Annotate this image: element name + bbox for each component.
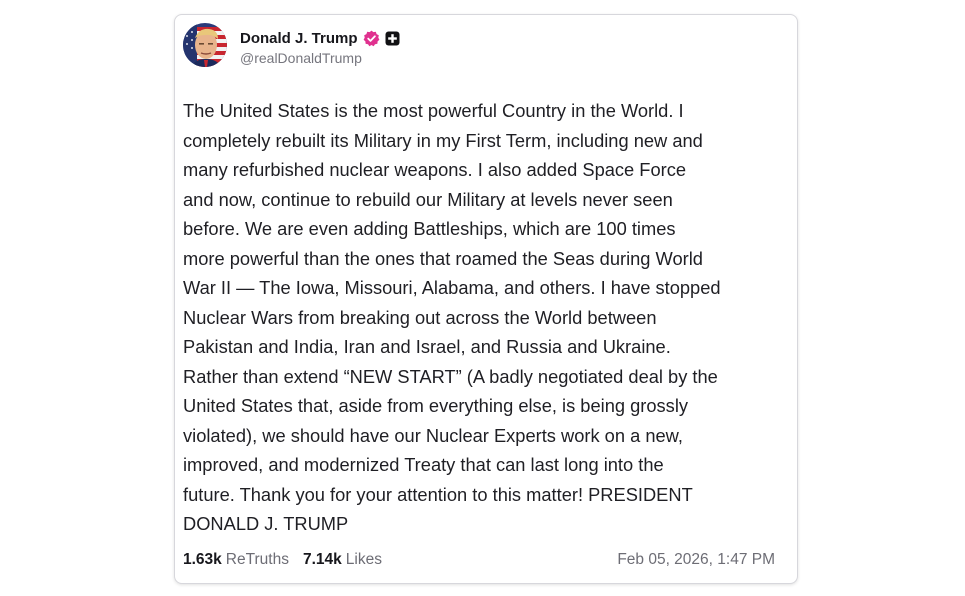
post-text-line: The United States is the most powerful C… bbox=[183, 100, 684, 121]
post-text-line: Rather than extend “NEW START” (A badly … bbox=[183, 365, 718, 387]
retruths-stat[interactable]: 1.63k ReTruths bbox=[183, 551, 289, 569]
post-text-line: United States that, aside from everythin… bbox=[183, 395, 689, 416]
post-timestamp[interactable]: Feb 05, 2026, 1:47 PM bbox=[617, 551, 775, 569]
likes-label: Likes bbox=[345, 551, 382, 568]
avatar-portrait-icon bbox=[183, 23, 227, 67]
verified-check-icon bbox=[363, 30, 380, 47]
post-text-line: War II — The Iowa, Missouri, Alabama, an… bbox=[183, 277, 721, 298]
post-text-line: many refurbished nuclear weapons. I also… bbox=[183, 159, 687, 180]
truth-post-card: Donald J. Trump @realDonaldTrump The Uni… bbox=[174, 14, 798, 584]
author-avatar[interactable] bbox=[183, 23, 227, 67]
author-name-row: Donald J. Trump bbox=[240, 27, 400, 49]
post-text-line: Nuclear Wars from breaking out across th… bbox=[183, 306, 657, 328]
likes-stat[interactable]: 7.14k Likes bbox=[303, 551, 382, 569]
post-text-line: Pakistan and India, Iran and Israel, and… bbox=[183, 336, 671, 357]
post-text-line: DONALD J. TRUMP bbox=[183, 513, 349, 534]
post-text-line: future. Thank you for your attention to … bbox=[183, 483, 693, 505]
truth-social-badge-icon bbox=[385, 31, 400, 46]
post-text-line: more powerful than the ones that roamed … bbox=[183, 247, 703, 269]
retruths-label: ReTruths bbox=[225, 551, 289, 568]
post-footer: 1.63k ReTruths 7.14k Likes Feb 05, 2026,… bbox=[183, 549, 775, 571]
post-text-line: before. We are even adding Battleships, … bbox=[183, 218, 676, 239]
retruths-count: 1.63k bbox=[183, 551, 222, 568]
post-text-line: improved, and modernized Treaty that can… bbox=[183, 454, 664, 475]
post-text-line: completely rebuilt its Military in my Fi… bbox=[183, 129, 703, 151]
likes-count: 7.14k bbox=[302, 551, 342, 568]
post-text-line: violated), we should have our Nuclear Ex… bbox=[183, 424, 683, 446]
post-body-text: The United States is the most powerful C… bbox=[183, 96, 793, 539]
author-handle[interactable]: @realDonaldTrump bbox=[240, 50, 362, 66]
post-text-line: and now, continue to rebuild our Militar… bbox=[183, 188, 673, 210]
author-display-name[interactable]: Donald J. Trump bbox=[240, 30, 358, 47]
